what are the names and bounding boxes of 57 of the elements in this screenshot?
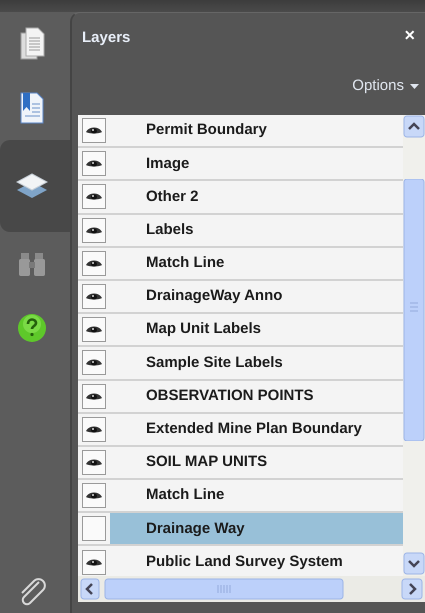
- scroll-down-button[interactable]: [403, 552, 425, 576]
- scroll-up-button[interactable]: [403, 115, 425, 139]
- eye-icon: [86, 126, 102, 136]
- scroll-left-button[interactable]: [80, 578, 100, 600]
- sidebar-tab[interactable]: [0, 140, 70, 232]
- layer-name[interactable]: Drainage Way: [110, 513, 403, 544]
- eye-icon: [86, 358, 102, 368]
- layer-name[interactable]: Map Unit Labels: [110, 314, 403, 346]
- visibility-checkbox[interactable]: [82, 284, 106, 310]
- eye-icon: [86, 491, 102, 500]
- close-button[interactable]: ×: [402, 25, 417, 47]
- layer-name[interactable]: Image: [110, 148, 403, 180]
- layer-name[interactable]: Sample Site Labels: [110, 347, 403, 378]
- visibility-checkbox[interactable]: [82, 317, 106, 342]
- scroll-thumb[interactable]: [403, 179, 425, 441]
- layer-name[interactable]: Labels: [110, 214, 403, 246]
- layer-name[interactable]: Permit Boundary: [110, 115, 403, 146]
- panel-title: Layers: [82, 28, 130, 48]
- visibility-checkbox[interactable]: [82, 550, 106, 575]
- eye-icon: [86, 258, 102, 268]
- layer-name[interactable]: DrainageWay Anno: [110, 280, 403, 312]
- visibility-checkbox[interactable]: [82, 384, 106, 409]
- layers-icon: [16, 172, 48, 200]
- visibility-checkbox[interactable]: [82, 416, 106, 442]
- eye-icon: [86, 424, 102, 434]
- visibility-checkbox[interactable]: [82, 350, 106, 376]
- visibility-checkbox[interactable]: [82, 151, 106, 176]
- visibility-checkbox[interactable]: [82, 218, 106, 243]
- document-icon: [19, 27, 45, 61]
- layer-name[interactable]: Other 2: [110, 181, 403, 213]
- eye-icon: [86, 325, 102, 334]
- layer-name[interactable]: Public Land Survey System: [110, 546, 403, 578]
- layer-name[interactable]: Match Line: [110, 248, 403, 279]
- horizontal-scroll-thumb[interactable]: [104, 578, 344, 600]
- caret-icon: [410, 84, 419, 89]
- scroll-right-button[interactable]: [401, 578, 423, 600]
- visibility-checkbox[interactable]: [82, 450, 106, 475]
- bookmark-document-icon: [19, 92, 45, 124]
- visibility-checkbox[interactable]: [82, 516, 106, 542]
- eye-icon: [86, 292, 102, 302]
- layer-name[interactable]: OBSERVATION POINTS: [110, 380, 403, 412]
- layer-name[interactable]: Match Line: [110, 480, 403, 512]
- binoculars-icon: [18, 251, 46, 277]
- layer-name[interactable]: Extended Mine Plan Boundary: [110, 414, 403, 445]
- help-icon: [17, 313, 47, 343]
- visibility-checkbox[interactable]: [82, 118, 106, 144]
- visibility-checkbox[interactable]: [82, 250, 106, 276]
- eye-icon: [86, 192, 102, 202]
- eye-icon: [86, 159, 102, 168]
- visibility-checkbox[interactable]: [82, 483, 106, 508]
- eye-icon: [86, 392, 102, 401]
- visibility-checkbox[interactable]: [82, 184, 106, 210]
- eye-icon: [86, 458, 102, 467]
- options-menu-button[interactable]: Options: [352, 75, 419, 98]
- eye-icon: [86, 558, 102, 567]
- eye-icon: [86, 226, 102, 235]
- layer-name[interactable]: SOIL MAP UNITS: [110, 446, 403, 478]
